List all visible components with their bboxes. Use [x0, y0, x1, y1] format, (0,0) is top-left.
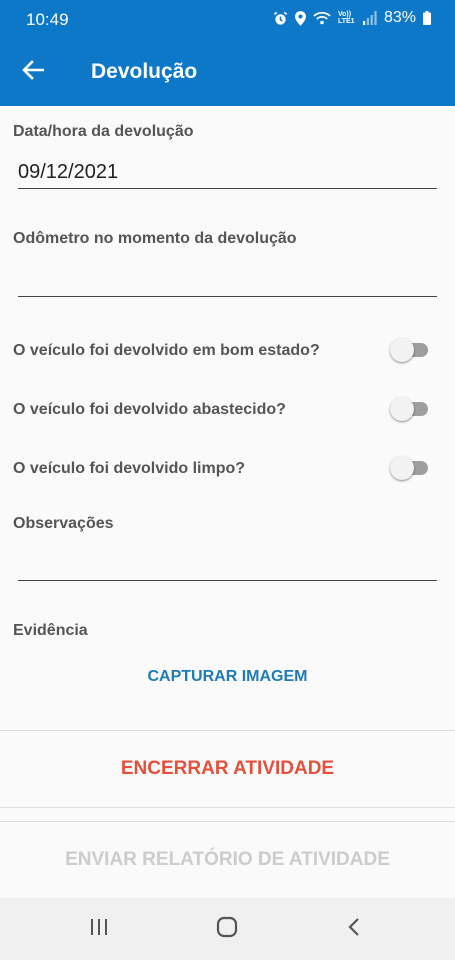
return-datetime-label: Data/hora da devolução	[13, 123, 194, 140]
toggle-clean-label: O veículo foi devolvido limpo?	[13, 460, 246, 477]
end-activity-button[interactable]: ENCERRAR ATIVIDADE	[0, 731, 455, 807]
volte-lte-icon: Vo)) LTE1	[337, 11, 355, 25]
recent-apps-icon	[89, 918, 109, 941]
location-icon	[294, 10, 306, 26]
capture-image-button[interactable]: CAPTURAR IMAGEM	[0, 668, 455, 692]
page-title: Devolução	[91, 60, 198, 83]
notes-underline	[18, 580, 437, 581]
app-bar: Devolução	[0, 36, 455, 106]
chevron-left-icon	[347, 917, 361, 942]
send-report-button[interactable]: ENVIAR RELATÓRIO DE ATIVIDADE	[0, 822, 455, 898]
status-icons: Vo)) LTE1 83%	[273, 9, 431, 27]
toggle-fueled-label: O veículo foi devolvido abastecido?	[13, 401, 286, 418]
system-nav-bar	[0, 898, 455, 960]
notes-label: Observações	[13, 515, 114, 532]
battery-percent: 83%	[383, 9, 416, 26]
battery-icon	[423, 11, 431, 25]
status-bar: 10:49 Vo)) LTE1 83%	[0, 0, 455, 36]
return-datetime-underline	[18, 188, 437, 189]
evidence-label: Evidência	[13, 622, 88, 639]
signal-icon	[362, 11, 377, 25]
back-button[interactable]	[18, 57, 48, 87]
return-datetime-value: 09/12/2021	[18, 161, 119, 183]
odometer-underline	[18, 296, 437, 297]
home-icon	[216, 916, 238, 943]
home-button[interactable]	[215, 916, 239, 943]
divider	[0, 807, 455, 808]
switch-thumb	[390, 397, 414, 421]
status-time: 10:49	[26, 10, 69, 29]
back-nav-button[interactable]	[342, 917, 366, 941]
toggle-fueled-switch[interactable]	[390, 397, 428, 421]
switch-thumb	[390, 456, 414, 480]
odometer-label: Odômetro no momento da devolução	[13, 230, 297, 247]
toggle-good-condition-label: O veículo foi devolvido em bom estado?	[13, 342, 320, 359]
toggle-good-condition-switch[interactable]	[390, 338, 428, 362]
switch-thumb	[390, 338, 414, 362]
arrow-left-icon	[22, 59, 45, 85]
alarm-icon	[273, 11, 288, 26]
recent-apps-button[interactable]	[87, 917, 111, 941]
toggle-clean-switch[interactable]	[390, 456, 428, 480]
wifi-icon	[313, 11, 331, 25]
